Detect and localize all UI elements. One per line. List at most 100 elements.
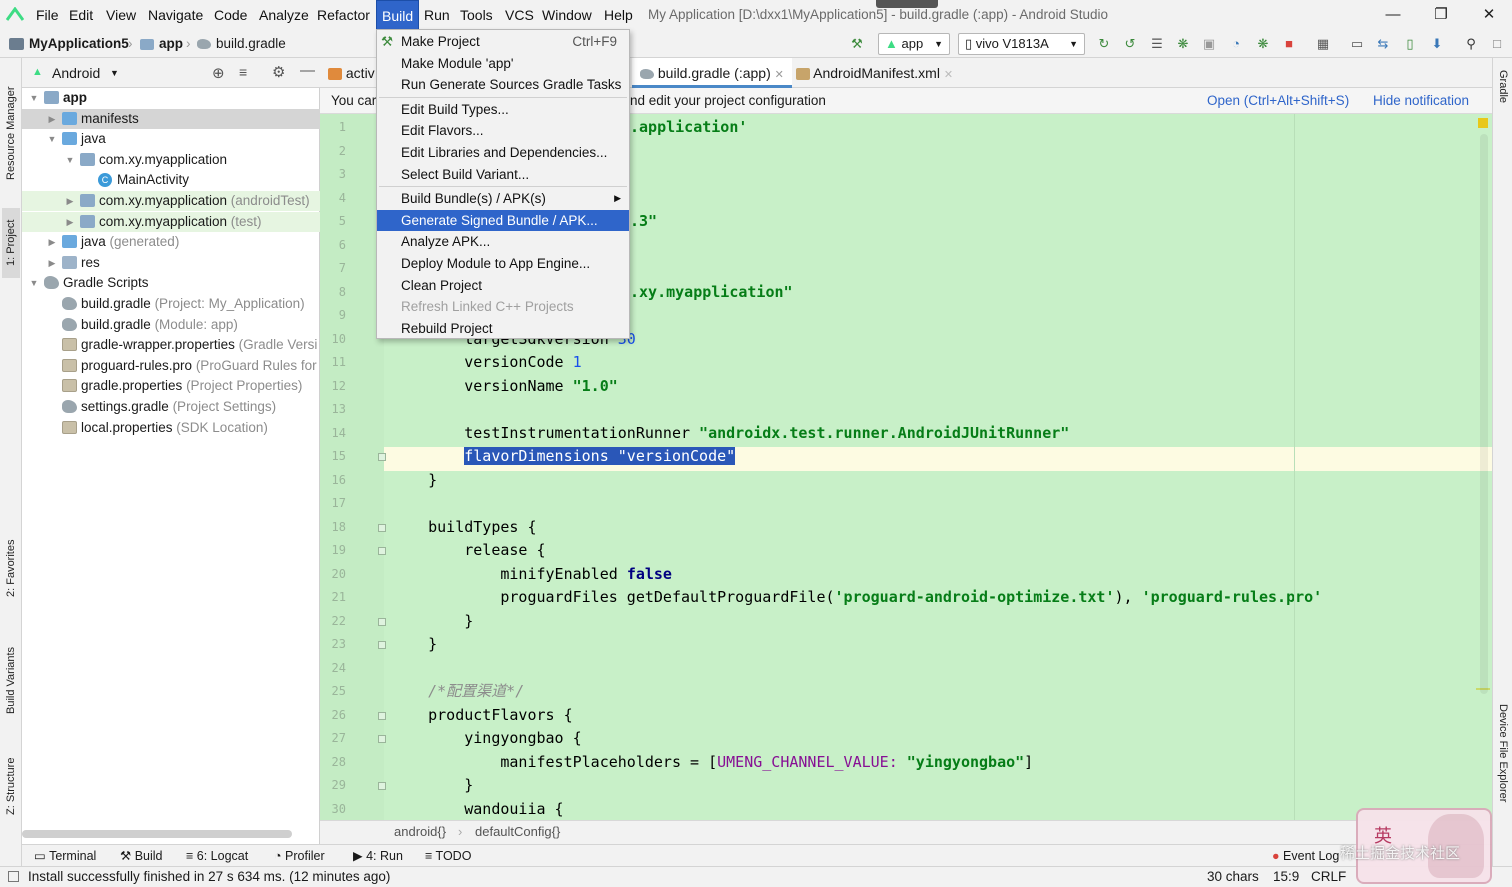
debug-icon[interactable]: ❋ [1173,34,1193,54]
tab-android-manifest[interactable]: AndroidManifest.xml ✕ [796,58,953,88]
status-line-separator[interactable]: CRLF [1311,867,1346,887]
build-menu-item[interactable]: Clean Project [377,275,629,296]
menu-code[interactable]: Code [214,0,247,30]
menu-vcs[interactable]: VCS [505,0,534,30]
expand-arrow-icon[interactable]: ▼ [28,273,40,293]
apply-code-changes-icon[interactable]: ↺ [1120,34,1140,54]
fold-marker-icon[interactable] [378,735,386,743]
coverage-icon[interactable]: ▣ [1199,34,1219,54]
build-menu-item[interactable]: Edit Flavors... [377,120,629,141]
build-menu-item[interactable]: Analyze APK... [377,231,629,252]
close-icon[interactable]: ✕ [775,69,784,81]
fold-marker-icon[interactable] [378,547,386,555]
build-menu-item[interactable]: Make Module 'app' [377,53,629,74]
fold-marker-icon[interactable] [378,782,386,790]
open-project-structure-link[interactable]: Open (Ctrl+Alt+Shift+S) [1207,88,1349,114]
crumb-module[interactable]: app [159,30,183,58]
stop-icon[interactable]: ■ [1279,34,1299,54]
menu-build[interactable]: Build [376,0,420,30]
tree-row[interactable]: ▶ com.xy.myapplication (test) [22,211,320,232]
tool-tab-favorites[interactable]: 2: Favorites [2,528,20,608]
tree-row[interactable]: ▶ manifests [22,108,320,129]
menu-refactor[interactable]: Refactor [317,0,370,30]
build-menu-item[interactable]: Edit Build Types... [377,99,629,120]
tree-row[interactable]: ▶ res [22,253,320,273]
tree-row[interactable]: ▼ com.xy.myapplication [22,150,320,170]
menu-run[interactable]: Run [424,0,450,30]
vertical-scrollbar[interactable] [1480,134,1488,694]
tree-row[interactable]: C MainActivity [22,170,320,190]
tree-row[interactable]: ▼ app [22,88,320,108]
fold-marker-icon[interactable] [378,617,386,626]
search-icon[interactable]: ⚲ [1461,34,1481,54]
expand-arrow-icon[interactable]: ▼ [28,88,40,108]
restore-icon[interactable]: ❐ [1418,0,1464,30]
build-menu-item[interactable]: Generate Signed Bundle / APK... [377,209,629,231]
expand-arrow-icon[interactable]: ▼ [46,129,58,149]
tool-profiler[interactable]: ◔ Profiler [274,845,325,867]
build-menu-item[interactable]: Select Build Variant... [377,164,629,185]
fold-marker-icon[interactable] [378,453,386,461]
tool-tab-build-variants[interactable]: Build Variants [2,633,20,728]
hide-notification-link[interactable]: Hide notification [1373,88,1469,114]
project-structure-icon[interactable]: ▦ [1313,34,1333,54]
build-menu-item[interactable]: Run Generate Sources Gradle Tasks [377,74,629,95]
tool-tab-device-file-explorer[interactable]: Device File Explorer [1494,704,1512,802]
tree-row[interactable]: proguard-rules.pro (ProGuard Rules for [22,356,320,376]
run-config-select[interactable]: ▲ app ▼ [878,33,950,55]
tree-row[interactable]: ▶ java (generated) [22,232,320,252]
tab-build-gradle[interactable]: build.gradle (:app) ✕ [632,58,792,88]
tree-row[interactable]: gradle.properties (Project Properties) [22,376,320,396]
tool-build[interactable]: ⚒ Build [120,845,163,867]
menu-analyze[interactable]: Analyze [259,0,309,30]
tree-row[interactable]: settings.gradle (Project Settings) [22,397,320,417]
fold-marker-icon[interactable] [378,641,386,649]
breadcrumb-default-config[interactable]: defaultConfig{} [475,821,560,843]
horizontal-scrollbar[interactable] [22,830,292,838]
status-caret-position[interactable]: 15:9 [1273,867,1299,887]
tool-tab-project[interactable]: 1: Project [2,208,20,278]
apply-changes-restart-icon[interactable]: ↻ [1094,34,1114,54]
menu-file[interactable]: File [36,0,59,30]
tool-event-log[interactable]: ● Event Log [1272,845,1339,867]
breadcrumb-android[interactable]: android{} [394,821,446,843]
status-toggle-icon[interactable] [8,871,19,882]
build-menu-item[interactable]: Deploy Module to App Engine... [377,253,629,274]
menu-window[interactable]: Window [542,0,592,30]
tree-row[interactable]: build.gradle (Project: My_Application) [22,294,320,314]
collapse-arrow-icon[interactable]: ▶ [46,109,58,129]
tool-logcat[interactable]: ≡ 6: Logcat [186,845,248,867]
project-view-select[interactable]: Android [52,58,100,88]
build-menu-item[interactable]: Rebuild Project [377,318,629,339]
crumb-project[interactable]: MyApplication5 [29,30,129,58]
collapse-arrow-icon[interactable]: ▶ [64,212,76,232]
collapse-all-icon[interactable]: ≡ [239,64,247,80]
attach-debugger-icon[interactable]: ❋ [1253,34,1273,54]
crumb-file[interactable]: build.gradle [216,30,286,58]
tree-row[interactable]: ▼ java [22,129,320,149]
expand-arrow-icon[interactable]: ▼ [64,150,76,170]
tab-activity[interactable]: activ [328,58,375,88]
hammer-build-icon[interactable]: ⚒ [847,34,867,54]
fold-marker-icon[interactable] [378,523,386,532]
tree-row[interactable]: local.properties (SDK Location) [22,418,320,438]
device-manager-icon[interactable]: ▯ [1400,34,1420,54]
tool-tab-gradle[interactable]: Gradle [1494,70,1512,103]
tree-row[interactable]: ▶ com.xy.myapplication (androidTest) [22,191,320,211]
chevron-down-icon[interactable]: ▼ [110,68,119,78]
gear-icon[interactable]: ⚙ [272,63,285,81]
sdk-manager-icon[interactable]: ⬇ [1427,34,1447,54]
tool-tab-resource-manager[interactable]: Resource Manager [2,78,20,188]
locate-icon[interactable]: ⊕ [212,64,225,82]
build-menu-item[interactable]: Build Bundle(s) / APK(s) ▶ [377,188,629,209]
tree-row[interactable]: ▼ Gradle Scripts [22,273,320,293]
tool-terminal[interactable]: ▭ Terminal [34,845,96,867]
avd-manager-icon[interactable]: ▭ [1347,34,1367,54]
menu-edit[interactable]: Edit [69,0,93,30]
tree-row[interactable]: build.gradle (Module: app) [22,315,320,335]
device-select[interactable]: ▯ vivo V1813A ▼ [958,33,1085,55]
tool-todo[interactable]: ≡ TODO [425,845,471,867]
close-icon[interactable]: ✕ [1466,0,1512,30]
menu-view[interactable]: View [106,0,136,30]
profile-icon[interactable]: ◔ [1226,34,1246,54]
